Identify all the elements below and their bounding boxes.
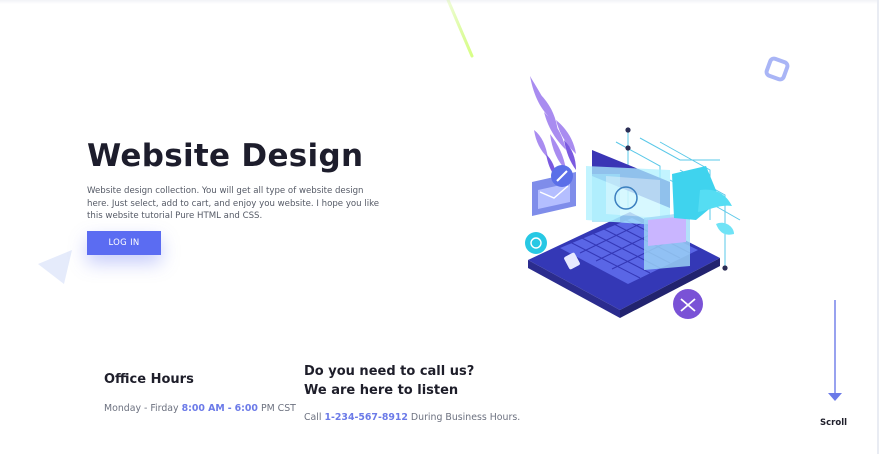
office-days: Monday - Firday <box>104 403 179 414</box>
contact-suffix: During Business Hours. <box>410 412 521 423</box>
triangle-deco-icon <box>38 250 72 284</box>
office-open-time: 8:00 AM <box>181 403 225 414</box>
login-button[interactable]: LOG IN <box>87 231 161 255</box>
hero-title: Website Design <box>87 138 364 174</box>
contact-text: Call 1-234-567-8912 During Business Hour… <box>304 412 520 423</box>
office-close-hour: 6:00 <box>234 403 258 414</box>
scroll-arrow-icon[interactable] <box>826 300 844 404</box>
contact-title: Do you need to call us? We are here to l… <box>304 362 524 400</box>
deco-line-icon <box>446 0 474 58</box>
diamond-deco-icon <box>764 56 790 82</box>
office-close-suffix: PM CST <box>260 403 296 414</box>
contact-title-line1: Do you need to call us? <box>304 364 475 379</box>
phone-number[interactable]: 1-234-567-8912 <box>325 412 408 423</box>
hero-description: Website design collection. You will get … <box>87 186 380 222</box>
header-shadow <box>0 0 879 4</box>
office-time-separator: - <box>227 403 232 414</box>
scroll-label[interactable]: Scroll <box>820 418 847 428</box>
contact-prefix: Call <box>304 412 322 423</box>
laptop-illustration <box>525 76 741 319</box>
office-hours-text: Monday - Firday 8:00 AM - 6:00 PM CST <box>104 403 296 414</box>
office-hours-title: Office Hours <box>104 372 194 387</box>
contact-title-line2: We are here to listen <box>304 383 459 398</box>
